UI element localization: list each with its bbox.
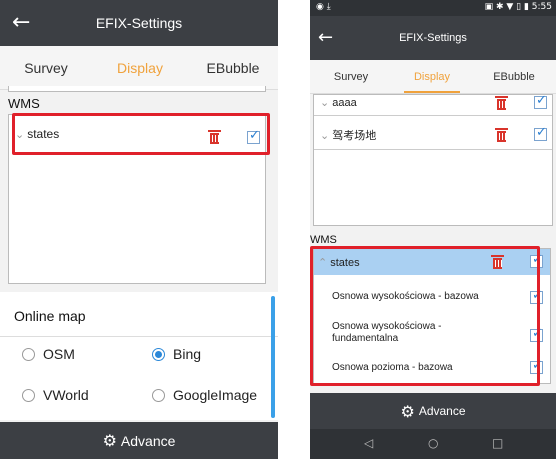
tab-ebubble[interactable]: EBubble <box>472 60 556 93</box>
radio-bing[interactable]: Bing <box>152 346 201 362</box>
layer-list-tail <box>8 86 266 92</box>
layer-checkbox-aaaa[interactable]: ✓ <box>534 93 547 109</box>
status-icons-right: ▣ ✱ ▼ ▯ ▮ 5:55 <box>484 2 552 12</box>
online-map-section: Online map OSM Bing VWorld GoogleImage <box>0 292 278 420</box>
checkmark-icon: ✓ <box>536 125 547 140</box>
chevron-down-icon[interactable]: ⌄ <box>320 96 329 109</box>
wms-section-label: WMS <box>310 234 337 246</box>
status-icons-left: ◉ ⤓ <box>316 2 331 12</box>
radio-icon <box>22 388 35 402</box>
radio-icon <box>22 347 35 361</box>
page-title: EFIX-Settings <box>399 32 467 44</box>
screenshot-canvas: ← EFIX-Settings Survey Display EBubble W… <box>0 0 556 459</box>
gear-icon: ⚙ <box>400 401 415 421</box>
left-screen: ← EFIX-Settings Survey Display EBubble W… <box>0 0 278 459</box>
radio-osm[interactable]: OSM <box>22 346 75 362</box>
status-bar: ◉ ⤓ ▣ ✱ ▼ ▯ ▮ 5:55 <box>310 0 556 16</box>
nav-recents-icon[interactable]: □ <box>492 436 503 450</box>
advance-label: Advance <box>120 432 176 449</box>
layer-checkbox-driving-test-site[interactable]: ✓ <box>534 125 547 141</box>
layer-row-aaaa[interactable]: ⌄ aaaa <box>320 96 357 109</box>
right-screen: ◉ ⤓ ▣ ✱ ▼ ▯ ▮ 5:55 ← EFIX-Settings Surve… <box>310 0 556 459</box>
app-bar: ← EFIX-Settings <box>0 0 278 46</box>
divider <box>0 336 278 337</box>
radio-icon <box>152 388 165 402</box>
online-map-heading: Online map <box>14 308 86 324</box>
chevron-down-icon[interactable]: ⌄ <box>320 129 329 142</box>
layer-label: 驾考场地 <box>332 130 377 142</box>
divider <box>314 149 552 150</box>
advance-label: Advance <box>418 404 466 418</box>
trash-icon[interactable] <box>495 96 508 110</box>
radio-label: OSM <box>43 346 75 362</box>
scrollbar[interactable] <box>271 296 275 418</box>
divider <box>314 115 552 116</box>
nav-back-icon[interactable]: ◁ <box>364 436 373 450</box>
tab-display[interactable]: Display <box>92 46 188 89</box>
tab-bar: Survey Display EBubble <box>310 60 556 94</box>
highlight-box <box>310 246 540 386</box>
advance-button[interactable]: ⚙ Advance <box>310 393 556 429</box>
radio-label: GoogleImage <box>173 387 258 403</box>
wms-section-label: WMS <box>8 96 40 111</box>
tab-survey[interactable]: Survey <box>310 60 392 93</box>
app-bar: ← EFIX-Settings <box>310 16 556 60</box>
radio-vworld[interactable]: VWorld <box>22 387 89 403</box>
checkmark-icon: ✓ <box>536 93 547 108</box>
layer-label: aaaa <box>332 96 357 109</box>
highlight-box <box>12 113 270 155</box>
advance-button[interactable]: ⚙ Advance <box>0 422 278 459</box>
layer-list: ⌄ aaaa ✓ ⌄ 驾考场地 ✓ <box>313 93 553 226</box>
tab-display[interactable]: Display <box>392 60 472 93</box>
tab-bar: Survey Display EBubble <box>0 46 278 90</box>
tab-ebubble[interactable]: EBubble <box>188 46 278 89</box>
nav-home-icon[interactable]: ○ <box>428 436 438 450</box>
radio-googleimage[interactable]: GoogleImage <box>152 387 257 403</box>
system-nav-bar: ◁ ○ □ <box>310 429 556 459</box>
radio-label: Bing <box>173 346 202 362</box>
gear-icon: ⚙ <box>102 431 117 450</box>
page-title: EFIX-Settings <box>95 15 183 31</box>
tab-survey[interactable]: Survey <box>0 46 92 89</box>
layer-row-driving-test-site[interactable]: ⌄ 驾考场地 <box>320 127 376 143</box>
radio-selected-icon <box>152 347 165 361</box>
radio-label: VWorld <box>43 387 89 403</box>
trash-icon[interactable] <box>495 128 508 142</box>
